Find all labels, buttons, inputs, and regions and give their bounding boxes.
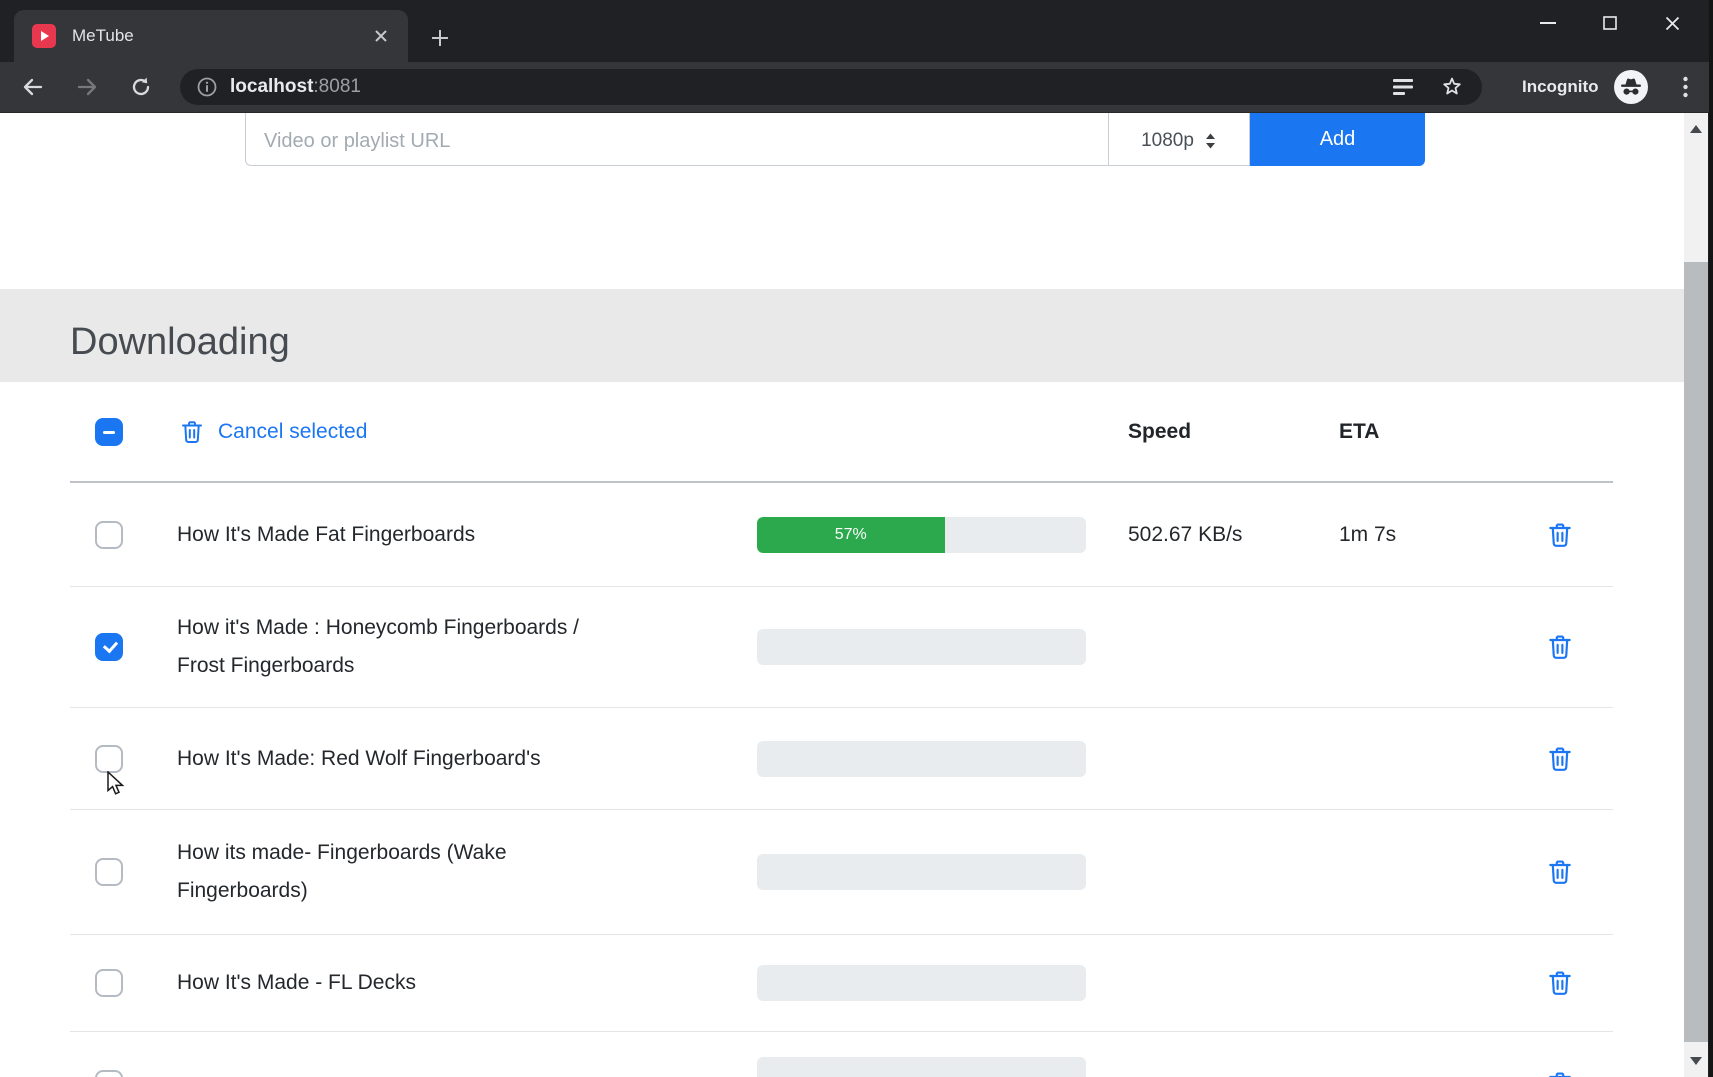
tab-close-icon[interactable] xyxy=(368,23,394,49)
address-bar[interactable]: localhost:8081 xyxy=(180,69,1482,105)
scrollbar-thumb[interactable] xyxy=(1684,262,1708,1042)
table-row: How It's Made Fat Fingerboards 57% 502.6… xyxy=(70,483,1613,587)
cancel-selected-link[interactable]: Cancel selected xyxy=(180,419,717,445)
tab-strip: MeTube xyxy=(0,0,1713,62)
progress-bar xyxy=(757,1057,1086,1077)
download-title: How it's Made : Honeycomb Fingerboards /… xyxy=(177,609,627,685)
incognito-avatar-icon[interactable] xyxy=(1614,70,1648,104)
video-url-input[interactable] xyxy=(245,113,1108,166)
add-button[interactable]: Add xyxy=(1250,113,1425,166)
delete-button[interactable] xyxy=(1547,1070,1613,1077)
row-checkbox[interactable] xyxy=(95,745,123,773)
incognito-indicator: Incognito xyxy=(1522,70,1648,104)
page-scrollbar[interactable] xyxy=(1684,113,1708,1077)
delete-button[interactable] xyxy=(1547,969,1613,997)
tab-title: MeTube xyxy=(72,26,368,46)
trash-icon xyxy=(1547,969,1573,997)
speed-header: Speed xyxy=(1128,420,1309,444)
download-title: How It's Made: Red Wolf Fingerboard's xyxy=(177,740,541,778)
table-row: How It's Made: Red Wolf Fingerboard's xyxy=(70,708,1613,810)
row-checkbox[interactable] xyxy=(95,1070,123,1077)
minimize-button[interactable] xyxy=(1517,0,1579,46)
quality-select[interactable]: 1080p xyxy=(1108,113,1250,166)
eta-header: ETA xyxy=(1339,420,1459,444)
section-title: Downloading xyxy=(70,321,290,364)
window-edge xyxy=(1709,0,1713,1077)
progress-bar xyxy=(757,854,1086,890)
scroll-down-button[interactable] xyxy=(1684,1045,1708,1077)
metube-page: 1080p Add Downloading Cancel selected xyxy=(0,113,1684,1077)
maximize-button[interactable] xyxy=(1579,0,1641,46)
browser-toolbar: localhost:8081 Incognito xyxy=(0,62,1713,113)
back-button[interactable] xyxy=(18,72,48,102)
table-row: How it's Made : Honeycomb Fingerboards /… xyxy=(70,587,1613,708)
row-checkbox[interactable] xyxy=(95,633,123,661)
add-download-form: 1080p Add xyxy=(245,113,1425,166)
forward-button[interactable] xyxy=(72,72,102,102)
info-icon[interactable] xyxy=(196,76,218,98)
download-title: How It's Made - FL Decks xyxy=(177,964,416,1002)
progress-label: 57% xyxy=(835,526,867,544)
delete-button[interactable] xyxy=(1547,858,1613,886)
progress-bar xyxy=(757,965,1086,1001)
delete-button[interactable] xyxy=(1547,521,1613,549)
trash-icon xyxy=(1547,1070,1573,1077)
menu-icon[interactable] xyxy=(1670,76,1700,98)
download-eta: 1m 7s xyxy=(1339,523,1459,547)
trash-icon xyxy=(1547,633,1573,661)
trash-icon xyxy=(1547,521,1573,549)
trash-icon xyxy=(1547,745,1573,773)
progress-bar xyxy=(757,741,1086,777)
progress-bar xyxy=(757,629,1086,665)
browser-window: MeTube xyxy=(0,0,1713,1077)
row-checkbox[interactable] xyxy=(95,858,123,886)
bookmark-star-icon[interactable] xyxy=(1440,75,1464,99)
new-tab-button[interactable] xyxy=(424,22,456,54)
incognito-label: Incognito xyxy=(1522,77,1598,97)
select-all-checkbox[interactable] xyxy=(95,418,123,446)
window-controls xyxy=(1517,0,1703,46)
table-row: How its made- Fingerboards (Wake Fingerb… xyxy=(70,810,1613,935)
download-title: How It's Made Fat Fingerboards xyxy=(177,516,475,554)
delete-button[interactable] xyxy=(1547,745,1613,773)
download-speed: 502.67 KB/s xyxy=(1128,523,1309,547)
download-title: How its made- Fingerboards (Wake Fingerb… xyxy=(177,834,627,910)
select-arrows-icon xyxy=(1204,132,1217,150)
downloading-section-header: Downloading xyxy=(0,289,1684,382)
progress-bar: 57% xyxy=(757,517,1086,553)
delete-button[interactable] xyxy=(1547,633,1613,661)
row-checkbox[interactable] xyxy=(95,969,123,997)
url-text: localhost:8081 xyxy=(230,76,361,98)
row-checkbox[interactable] xyxy=(95,521,123,549)
table-row xyxy=(70,1032,1613,1077)
reading-list-icon[interactable] xyxy=(1392,77,1414,97)
trash-icon xyxy=(180,419,204,445)
trash-icon xyxy=(1547,858,1573,886)
table-header-row: Cancel selected Speed ETA xyxy=(70,382,1613,483)
table-row: How It's Made - FL Decks xyxy=(70,935,1613,1032)
metube-favicon-icon xyxy=(32,24,56,48)
tab-metube[interactable]: MeTube xyxy=(14,10,408,62)
downloads-table: Cancel selected Speed ETA How It's Made … xyxy=(70,382,1613,1077)
window-close-button[interactable] xyxy=(1641,0,1703,46)
quality-value: 1080p xyxy=(1141,130,1194,152)
scroll-up-button[interactable] xyxy=(1684,113,1708,145)
reload-button[interactable] xyxy=(126,72,156,102)
